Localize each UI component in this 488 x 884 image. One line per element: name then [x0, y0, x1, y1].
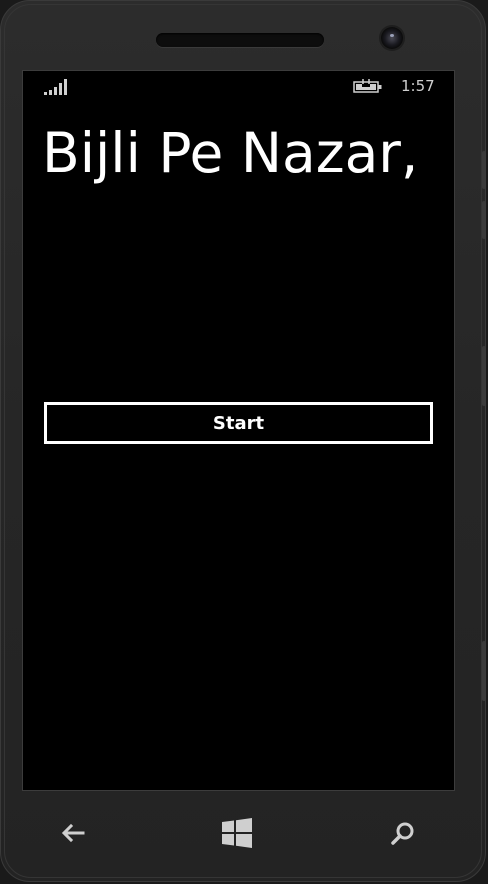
- earpiece-speaker: [156, 33, 324, 47]
- hardware-nav-bar: [21, 801, 467, 865]
- phone-frame: 1:57 Bijli Pe Nazar, Start: [0, 0, 486, 882]
- search-icon[interactable]: [387, 817, 419, 849]
- camera-button: [482, 641, 486, 701]
- front-camera: [381, 27, 403, 49]
- signal-strength-icon: [44, 79, 67, 95]
- back-arrow-icon[interactable]: [57, 817, 89, 849]
- phone-screen: 1:57 Bijli Pe Nazar, Start: [22, 70, 455, 791]
- volume-up-button: [482, 151, 486, 189]
- volume-down-button: [482, 201, 486, 239]
- battery-charging-icon: [353, 79, 382, 93]
- status-bar: 1:57: [23, 71, 454, 101]
- power-button: [482, 346, 486, 406]
- windows-logo-icon[interactable]: [221, 817, 253, 849]
- start-button[interactable]: Start: [44, 402, 433, 444]
- page-title: Bijli Pe Nazar,: [42, 121, 419, 185]
- status-clock: 1:57: [401, 77, 435, 95]
